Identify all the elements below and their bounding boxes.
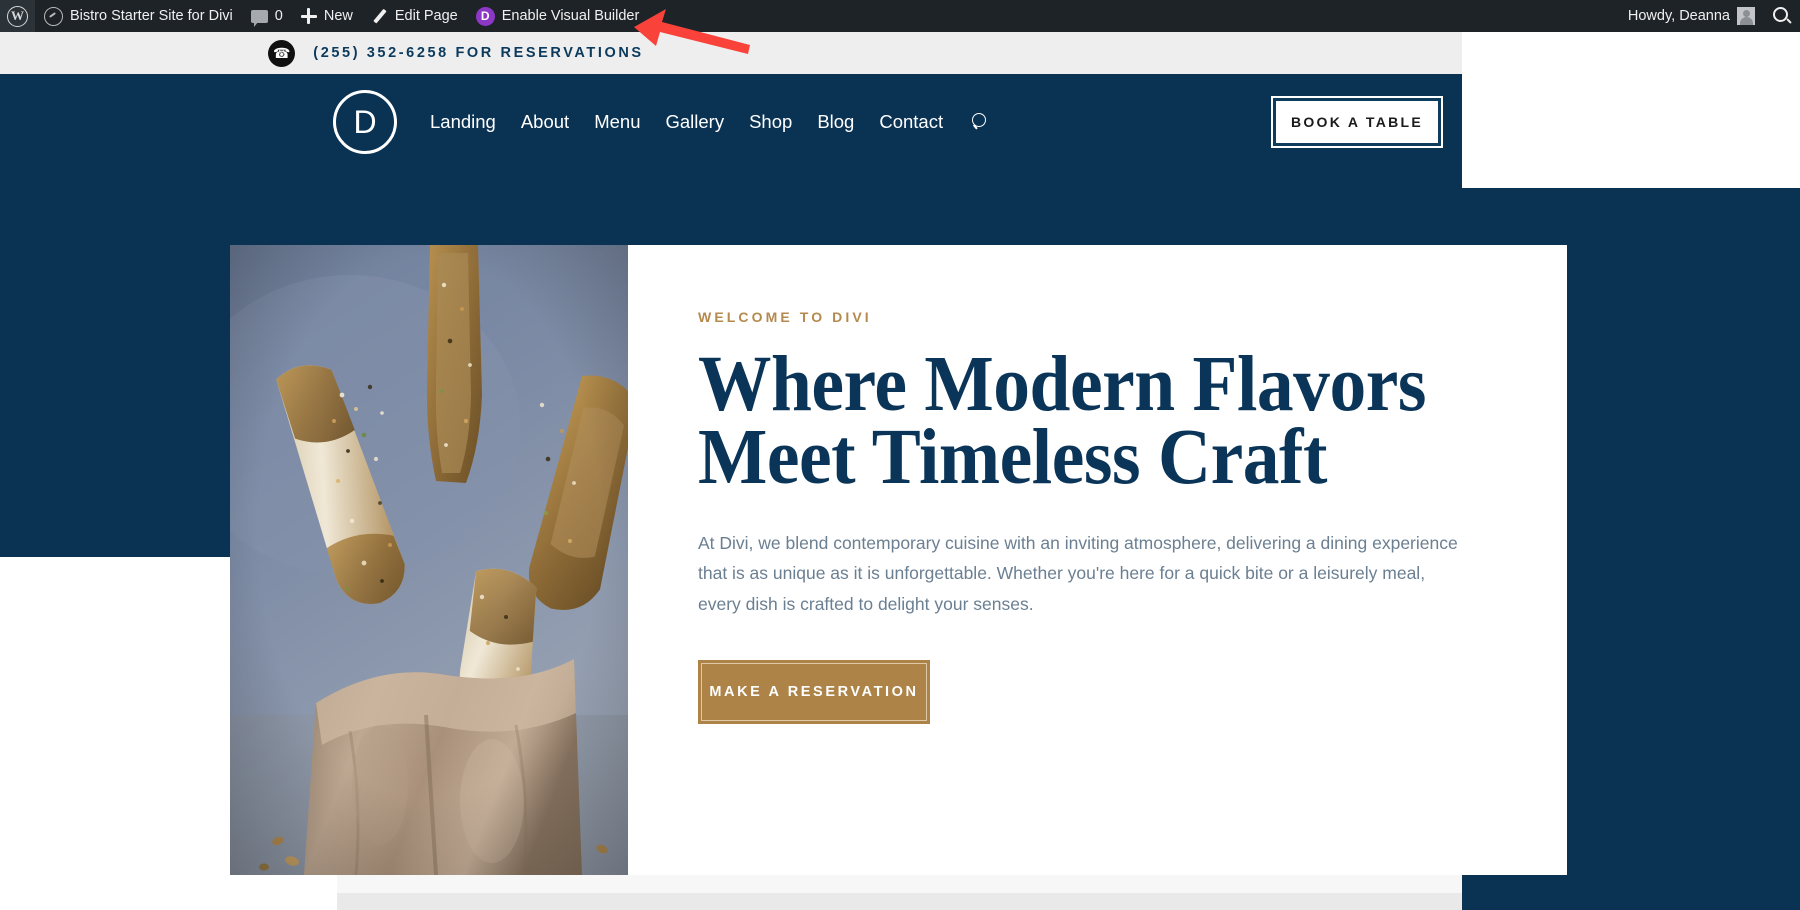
site-name-label: Bistro Starter Site for Divi — [70, 8, 233, 24]
nav-item-shop[interactable]: Shop — [749, 111, 792, 133]
pencil-icon — [371, 8, 388, 25]
search-icon — [1773, 7, 1791, 25]
wordpress-logo-icon — [7, 5, 28, 27]
nav-item-about[interactable]: About — [521, 111, 569, 133]
hero-title: Where Modern Flavors Meet Timeless Craft — [698, 341, 1432, 501]
edit-page-label: Edit Page — [394, 8, 458, 24]
avatar-icon — [1737, 7, 1755, 25]
dashboard-icon — [44, 6, 63, 26]
nav-item-blog[interactable]: Blog — [817, 111, 854, 133]
account-menu-button[interactable]: Howdy, Deanna — [1619, 0, 1764, 32]
main-navigation: Landing About Menu Gallery Shop Blog Con… — [430, 111, 989, 133]
nav-item-menu[interactable]: Menu — [594, 111, 640, 133]
phone-icon: ☎ — [268, 39, 296, 67]
phone-reservations-text: (255) 352-6258 FOR RESERVATIONS — [313, 45, 644, 61]
divi-logo[interactable]: D — [333, 89, 397, 154]
divi-logo-letter: D — [353, 103, 377, 140]
site-name-button[interactable]: Bistro Starter Site for Divi — [35, 0, 242, 32]
comments-button[interactable]: 0 — [242, 0, 292, 32]
make-a-reservation-button[interactable]: MAKE A RESERVATION — [698, 659, 930, 724]
howdy-label: Howdy, Deanna — [1627, 8, 1730, 24]
nav-item-gallery[interactable]: Gallery — [665, 111, 724, 133]
hero-body-text: At Divi, we blend contemporary cuisine w… — [698, 533, 1458, 614]
hero-text-column: WELCOME TO DIVI Where Modern Flavors Mee… — [628, 245, 1567, 875]
comment-bubble-icon — [250, 9, 268, 27]
make-a-reservation-label: MAKE A RESERVATION — [709, 683, 919, 700]
comments-count: 0 — [274, 8, 283, 24]
hero-food-image — [230, 245, 628, 875]
admin-search-button[interactable] — [1764, 0, 1800, 32]
nav-item-landing[interactable]: Landing — [430, 111, 496, 133]
book-a-table-label: BOOK A TABLE — [1290, 114, 1424, 130]
wordpress-logo-button[interactable] — [0, 0, 35, 32]
new-content-button[interactable]: New — [292, 0, 362, 32]
divi-badge-icon: D — [475, 6, 495, 26]
hero-title-line-2: Meet Timeless Craft — [698, 413, 1328, 501]
site-header: D Landing About Menu Gallery Shop Blog C… — [0, 74, 1462, 169]
hero-eyebrow: WELCOME TO DIVI — [698, 309, 872, 325]
new-label: New — [323, 8, 353, 24]
search-icon[interactable] — [972, 112, 989, 131]
phone-reservations-block[interactable]: ☎ (255) 352-6258 FOR RESERVATIONS — [268, 39, 644, 67]
right-white-gutter — [1462, 32, 1800, 188]
nav-item-contact[interactable]: Contact — [879, 111, 943, 133]
hero-title-line-1: Where Modern Flavors — [698, 341, 1426, 428]
edit-page-button[interactable]: Edit Page — [362, 0, 467, 32]
admin-bar-left-group: Bistro Starter Site for Divi 0 New Edit … — [0, 0, 648, 32]
enable-visual-builder-button[interactable]: D Enable Visual Builder — [467, 0, 649, 32]
site-top-bar: ☎ (255) 352-6258 FOR RESERVATIONS — [0, 32, 1462, 74]
browser-page: Bistro Starter Site for Divi 0 New Edit … — [0, 0, 1800, 910]
page-section-divider-upper — [337, 875, 1462, 893]
wp-admin-bar: Bistro Starter Site for Divi 0 New Edit … — [0, 0, 1800, 32]
hero-card: WELCOME TO DIVI Where Modern Flavors Mee… — [230, 245, 1567, 875]
enable-visual-builder-label: Enable Visual Builder — [501, 8, 640, 24]
book-a-table-button[interactable]: BOOK A TABLE — [1271, 96, 1443, 148]
page-section-divider — [337, 893, 1462, 910]
plus-icon — [300, 8, 317, 24]
admin-bar-right-group: Howdy, Deanna — [1619, 0, 1800, 32]
